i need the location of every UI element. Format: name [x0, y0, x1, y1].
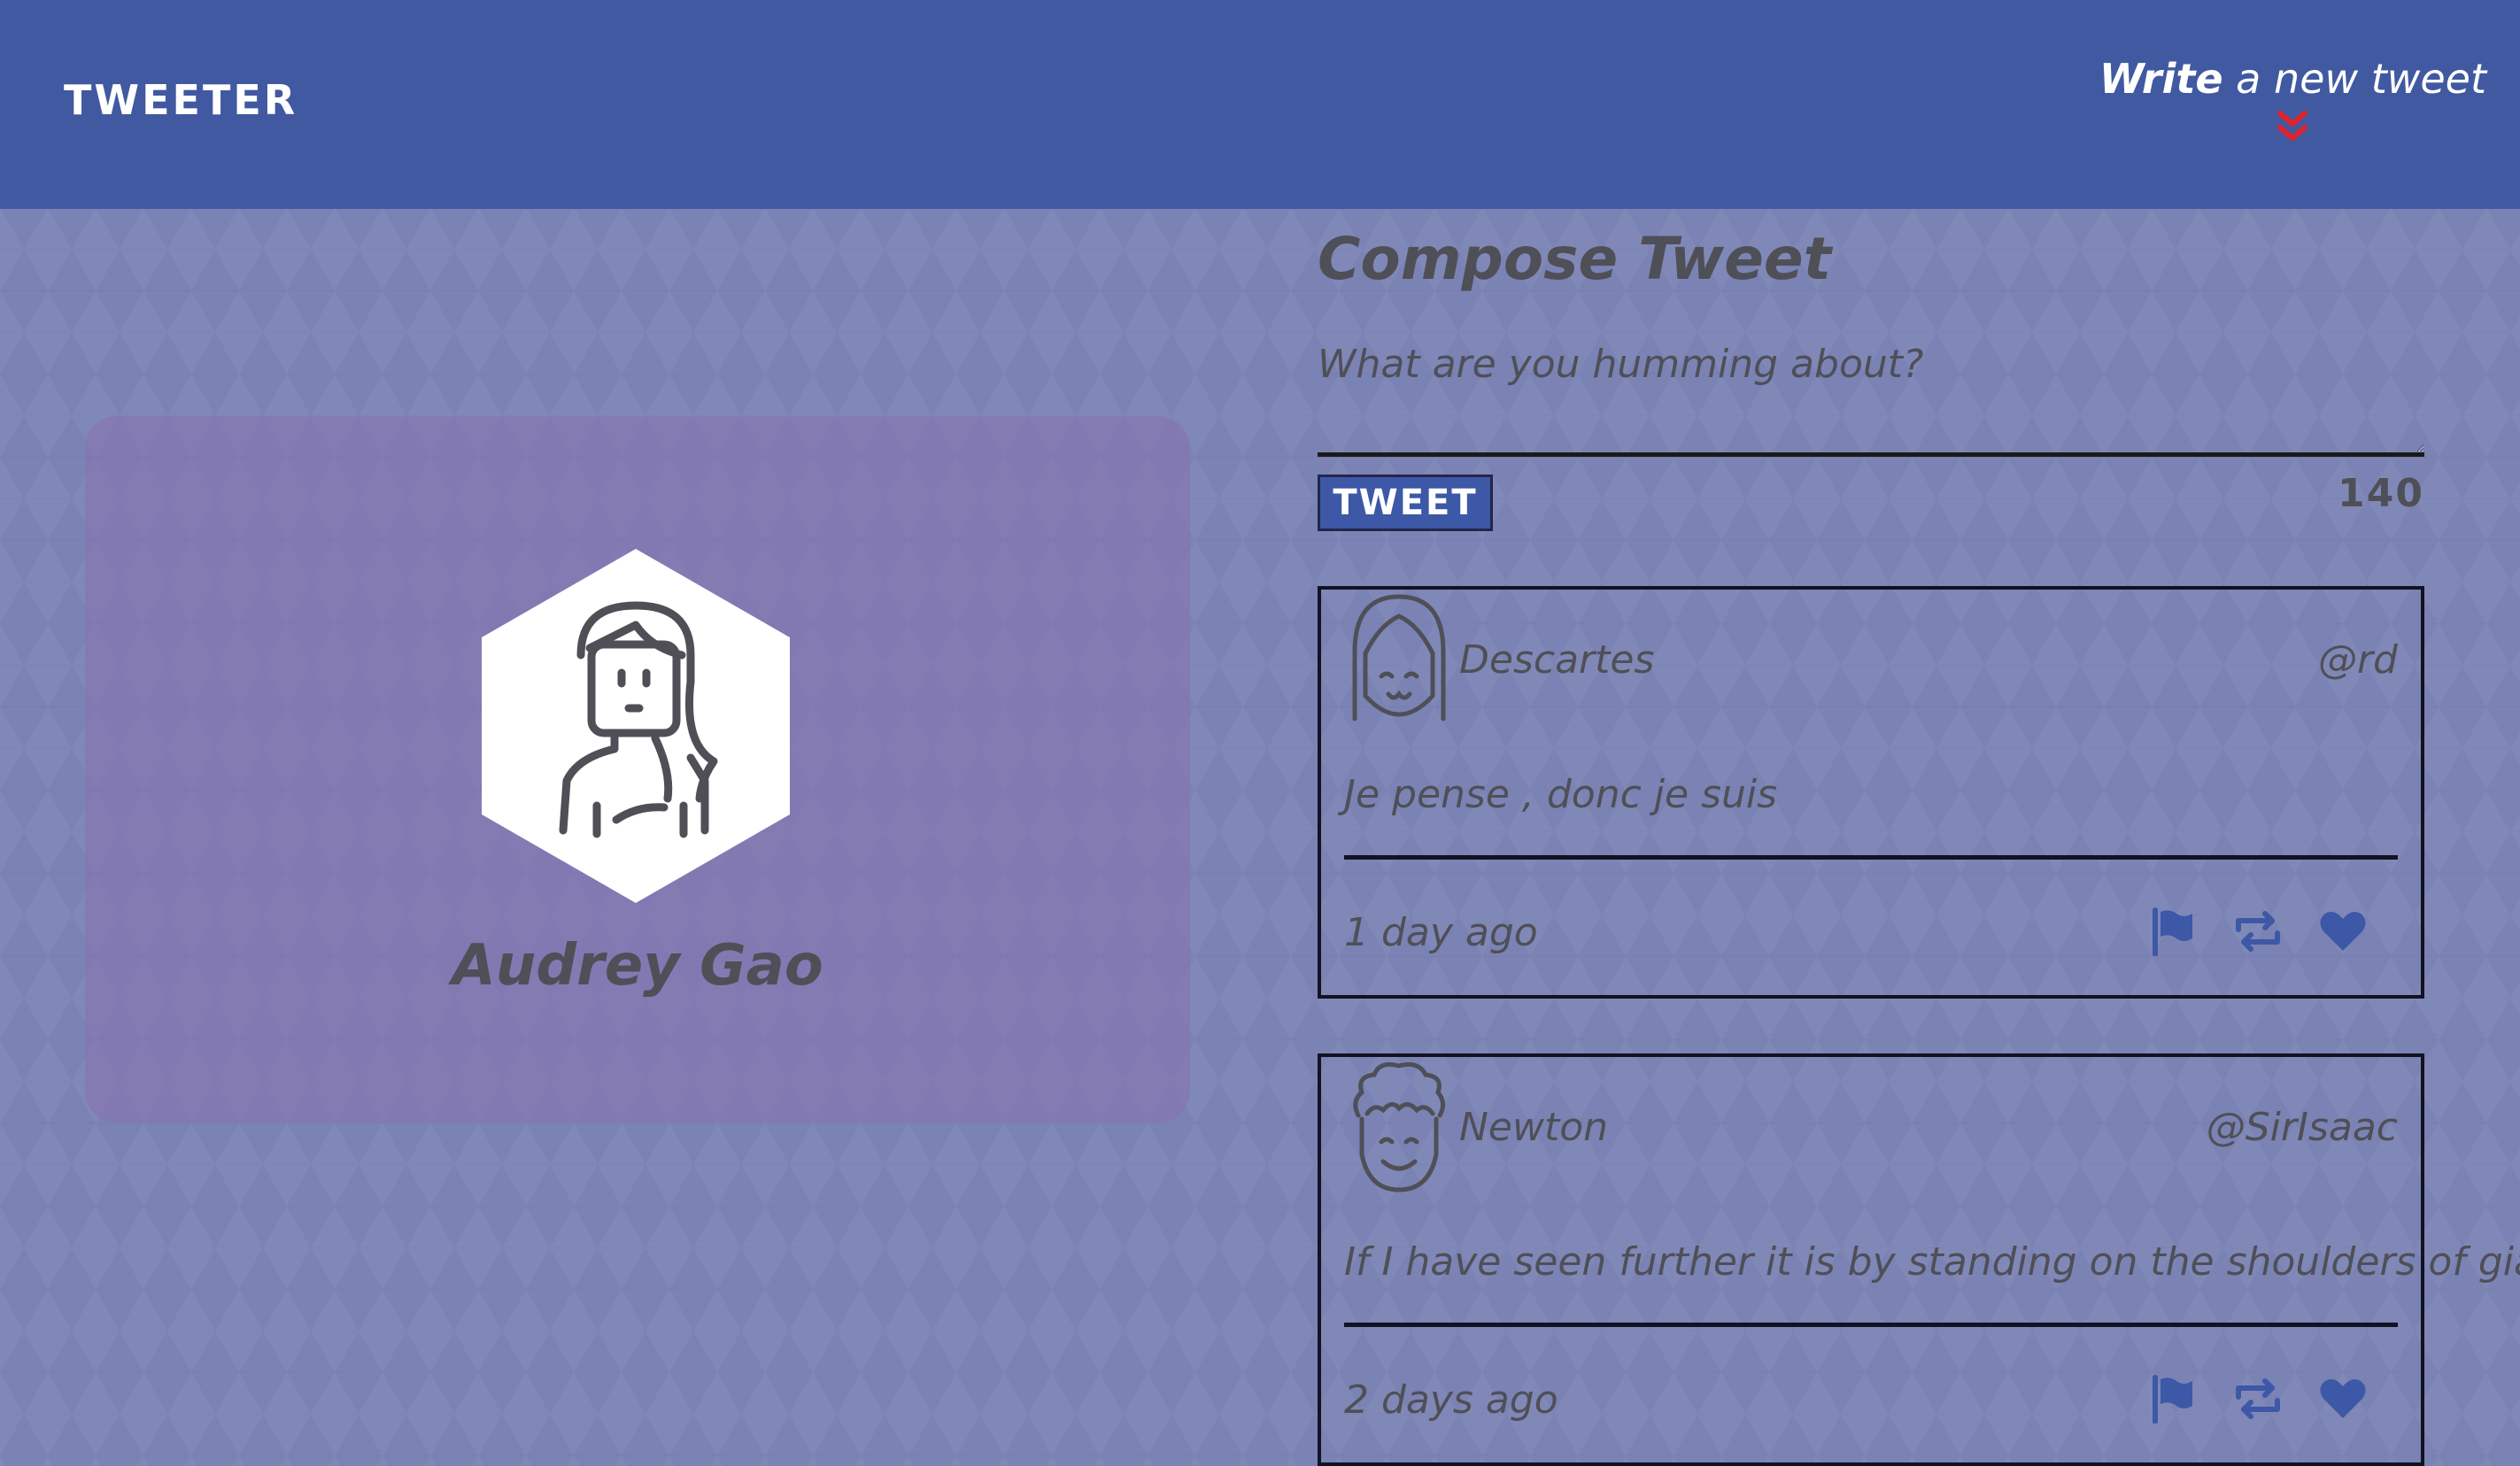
flag-icon[interactable]	[2148, 907, 2198, 957]
girl-avatar-icon	[1352, 594, 1446, 721]
profile-card: Audrey Gao	[85, 416, 1190, 1123]
tweet-card: Newton @SirIsaac If I have seen further …	[1318, 1053, 2520, 1466]
write-label-rest: a new tweet	[2222, 55, 2486, 103]
write-label-bold: Write	[2099, 55, 2223, 103]
tweet-text-input[interactable]	[1318, 342, 2424, 457]
tweet-content: If I have seen further it is by standing…	[1344, 1239, 2520, 1285]
tweet-author-name: Newton	[1459, 1105, 1609, 1150]
write-new-tweet-toggle[interactable]: Write a new tweet	[2099, 55, 2486, 143]
heart-icon[interactable]	[2318, 907, 2368, 956]
brand-logo[interactable]: TWEETER	[64, 76, 298, 124]
tweet-content: Je pense , donc je suis	[1344, 772, 1778, 817]
tweet-author-handle: @SirIsaac	[2206, 1105, 2398, 1150]
woman-avatar-icon	[482, 549, 790, 903]
tweet-card: Descartes @rd Je pense , donc je suis 1 …	[1318, 586, 2424, 999]
tweet-timestamp: 1 day ago	[1344, 910, 1538, 955]
tweet-author-name: Descartes	[1459, 637, 1655, 683]
tweet-timestamp: 2 days ago	[1344, 1377, 1558, 1423]
tweet-actions	[2148, 1374, 2368, 1424]
tweet-divider	[1344, 855, 2398, 860]
tweet-actions	[2148, 907, 2368, 957]
retweet-icon[interactable]	[2233, 907, 2283, 956]
top-nav: TWEETER Write a new tweet	[0, 0, 2520, 209]
tweet-author-handle: @rd	[2317, 637, 2398, 683]
flag-icon[interactable]	[2148, 1374, 2198, 1424]
tweet-submit-button[interactable]: TWEET	[1318, 475, 1493, 531]
compose-title: Compose Tweet	[1318, 225, 1832, 293]
profile-name: Audrey Gao	[452, 933, 823, 999]
curly-hair-avatar-icon	[1353, 1061, 1445, 1192]
tweet-divider	[1344, 1323, 2398, 1327]
char-counter: 140	[2338, 471, 2424, 516]
retweet-icon[interactable]	[2233, 1374, 2283, 1424]
chevron-double-down-icon	[2277, 111, 2308, 141]
heart-icon[interactable]	[2318, 1374, 2368, 1424]
